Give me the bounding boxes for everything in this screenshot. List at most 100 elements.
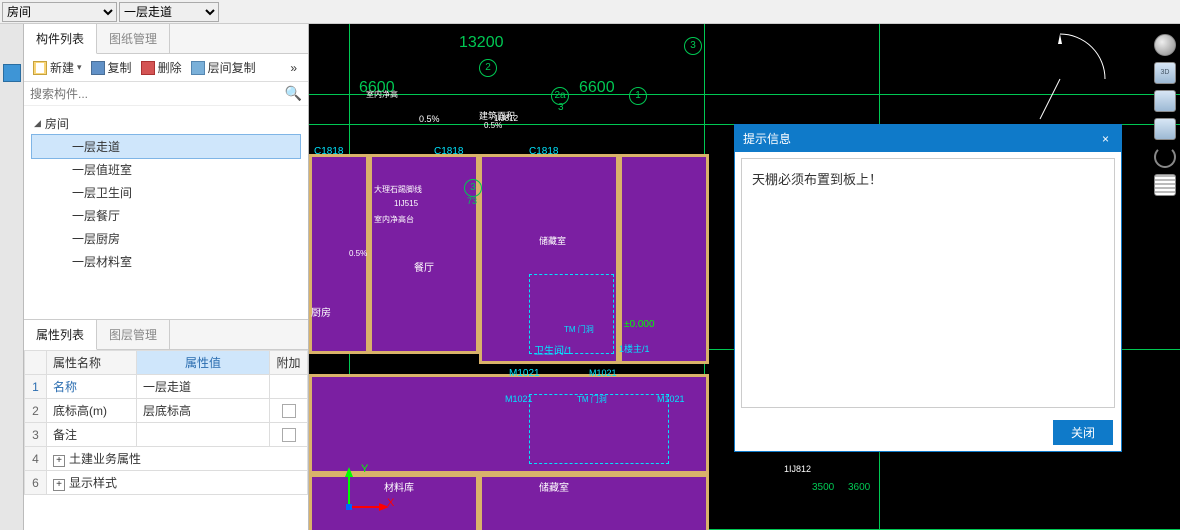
top-dropdown-row: 房间 一层走道 (0, 0, 1180, 24)
table-row[interactable]: 4 +土建业务属性 (25, 447, 308, 471)
room-label: 储藏室 (539, 234, 566, 247)
top-view-icon[interactable] (1154, 90, 1176, 112)
grid-bubble: 3 (684, 37, 702, 55)
axis-indicator: Y X (339, 467, 389, 520)
component-toolbar: 新建 ▾ 复制 删除 层间复制 » (24, 54, 308, 82)
right-view-rail: 3D (1150, 24, 1180, 530)
tab-property-list[interactable]: 属性列表 (24, 320, 97, 350)
tree-node-corridor[interactable]: 一层走道 (31, 134, 301, 159)
grid-bubble: 2 (479, 59, 497, 77)
table-row[interactable]: 3 备注 (25, 423, 308, 447)
info-dialog: 提示信息 × 天棚必须布置到板上！ 关闭 (734, 124, 1122, 452)
item-dropdown[interactable]: 一层走道 (119, 2, 219, 22)
dialog-footer: 关闭 (735, 414, 1121, 451)
tab-drawing-mgmt[interactable]: 图纸管理 (97, 24, 170, 53)
dim-label: 3500 (812, 482, 834, 493)
marker-label: TM 门洞 (577, 394, 607, 405)
room-label: 卫生间/1 (534, 342, 572, 357)
tree-node-kitchen[interactable]: 一层厨房 (32, 227, 300, 250)
tree-node-material[interactable]: 一层材料室 (32, 250, 300, 273)
table-row[interactable]: 1 名称 一层走道 (25, 375, 308, 399)
marker-label: 室内净高台 (374, 214, 414, 225)
dim-label: 6600 (579, 79, 615, 97)
marker-label: 室内净高 (366, 89, 398, 100)
dialog-title-text: 提示信息 (743, 130, 791, 147)
room-label: 储藏室 (539, 479, 569, 494)
col-header-name[interactable]: 属性名称 (47, 351, 137, 375)
tree-root-room[interactable]: ◢ 房间 (32, 112, 300, 135)
component-section: 构件列表 图纸管理 新建 ▾ 复制 删除 (24, 24, 308, 320)
new-icon (33, 61, 47, 75)
copy-button[interactable]: 复制 (87, 57, 136, 78)
close-button[interactable]: 关闭 (1053, 420, 1113, 445)
tree-node-duty-room[interactable]: 一层值班室 (32, 158, 300, 181)
marker-label: C1818 (529, 146, 558, 157)
component-tree: ◢ 房间 一层走道 一层值班室 一层卫生间 一层餐厅 一层厨房 一层材料室 (24, 106, 308, 319)
dialog-titlebar[interactable]: 提示信息 × (735, 125, 1121, 152)
3d-view-icon[interactable]: 3D (1154, 62, 1176, 84)
delete-button[interactable]: 删除 (137, 57, 186, 78)
toolbar-overflow-button[interactable]: » (284, 59, 303, 77)
dim-label: 3 (558, 102, 564, 113)
table-row[interactable]: 2 底标高(m) 层底标高 (25, 399, 308, 423)
search-row: 🔍 (24, 82, 308, 106)
left-panel: 构件列表 图纸管理 新建 ▾ 复制 删除 (24, 24, 309, 530)
grid-bubble: 1 (629, 87, 647, 105)
col-header-extra[interactable]: 附加 (270, 351, 308, 375)
search-icon[interactable]: 🔍 (285, 85, 302, 102)
category-dropdown[interactable]: 房间 (2, 2, 117, 22)
layer-copy-button[interactable]: 层间复制 (187, 57, 260, 78)
dialog-body: 天棚必须布置到板上！ (741, 158, 1115, 408)
col-header-value[interactable]: 属性值 (137, 351, 270, 375)
dim-label: 73 (467, 196, 477, 206)
caret-down-icon: ◢ (34, 118, 41, 129)
marker-label: M1021 (505, 394, 533, 404)
close-icon[interactable]: × (1098, 132, 1113, 146)
delete-icon (141, 61, 155, 75)
marker-label: 0.5% (484, 121, 502, 130)
dialog-message: 天棚必须布置到板上！ (752, 172, 882, 187)
vertical-rail (0, 24, 24, 530)
tab-layer-mgmt[interactable]: 图层管理 (97, 320, 170, 349)
property-section: 属性列表 图层管理 属性名称 属性值 附加 1 (24, 320, 308, 530)
room-label: 厨房 (311, 304, 331, 319)
marker-label: M1021 (589, 368, 617, 378)
copy-icon (91, 61, 105, 75)
marker-label: 0.5% (349, 249, 367, 258)
new-button[interactable]: 新建 ▾ (29, 57, 86, 78)
view-toggle-button[interactable] (3, 64, 21, 82)
checkbox[interactable] (282, 428, 296, 442)
expand-icon[interactable]: + (53, 455, 65, 467)
property-table: 属性名称 属性值 附加 1 名称 一层走道 2 (24, 350, 308, 530)
search-input[interactable] (30, 87, 285, 101)
dim-label: 3600 (848, 482, 870, 493)
grid-bubble: 3 (464, 179, 482, 197)
table-row[interactable]: 6 +显示样式 (25, 471, 308, 495)
sphere-view-icon[interactable] (1154, 34, 1176, 56)
front-view-icon[interactable] (1154, 118, 1176, 140)
layer-copy-icon (191, 61, 205, 75)
marker-label: 1IJ515 (394, 199, 418, 208)
marker-label: 大理石踢脚线 (374, 184, 422, 195)
tree-node-bathroom[interactable]: 一层卫生间 (32, 181, 300, 204)
room-label: 1楼主/1 (619, 342, 650, 355)
component-tabs: 构件列表 图纸管理 (24, 24, 308, 54)
checkbox[interactable] (282, 404, 296, 418)
elev-label: ±0.000 (624, 319, 655, 330)
chevron-down-icon: ▾ (77, 62, 82, 73)
tab-component-list[interactable]: 构件列表 (24, 24, 97, 54)
property-tabs: 属性列表 图层管理 (24, 320, 308, 350)
marker-label: C1818 (314, 146, 343, 157)
tree-node-dining[interactable]: 一层餐厅 (32, 204, 300, 227)
expand-icon[interactable]: + (53, 479, 65, 491)
marker-label: 0.5% (419, 114, 440, 124)
col-header-index (25, 351, 47, 375)
marker-label: C1818 (434, 146, 463, 157)
room-label: 餐厅 (414, 259, 434, 274)
dim-label: 13200 (459, 34, 504, 52)
rotate-icon[interactable] (1154, 146, 1176, 168)
compass-icon (1010, 29, 1110, 129)
grid-icon[interactable] (1154, 174, 1176, 196)
marker-label: M1021 (657, 394, 685, 404)
marker-label: M1021 (509, 368, 540, 379)
